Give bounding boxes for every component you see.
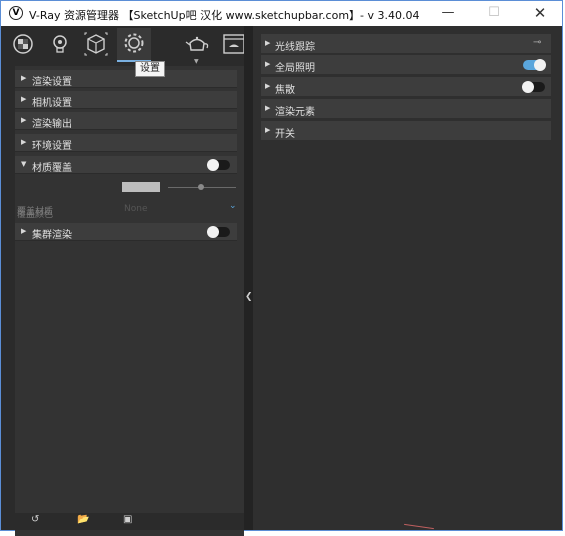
right-panel: ▶ 光线跟踪 ⊸ ▶ 全局照明 ▶ 焦散 ▶ 渲染元素 ▶ 开关 bbox=[253, 26, 562, 530]
minimize-button[interactable]: — bbox=[425, 1, 471, 26]
toggle-knob bbox=[207, 159, 219, 171]
caret-right-icon: ▶ bbox=[21, 116, 27, 124]
rollout-render-settings[interactable]: ▶ 渲染设置 bbox=[15, 70, 237, 88]
rollout-switches[interactable]: ▶ 开关 bbox=[261, 121, 551, 141]
rollout-global-illumination[interactable]: ▶ 全局照明 bbox=[261, 55, 551, 75]
caret-right-icon: ▶ bbox=[265, 39, 271, 47]
bottom-toolbar: ↺ 📂 ▣ bbox=[15, 513, 244, 530]
caret-right-icon: ▶ bbox=[21, 227, 27, 235]
caret-right-icon: ▶ bbox=[21, 138, 27, 146]
panel-splitter[interactable] bbox=[244, 26, 253, 530]
rollout-render-elements[interactable]: ▶ 渲染元素 bbox=[261, 99, 551, 119]
window-title: V-Ray 资源管理器 【SketchUp吧 汉化 www.sketchupba… bbox=[29, 9, 420, 22]
rollout-label: 开关 bbox=[275, 129, 295, 140]
rollout-label: 渲染设置 bbox=[32, 77, 72, 88]
caret-right-icon: ▶ bbox=[265, 82, 271, 90]
caret-right-icon: ▶ bbox=[265, 126, 271, 134]
asset-toolbar: ▼ 设置 bbox=[1, 26, 245, 77]
save-icon[interactable]: ▣ bbox=[123, 514, 132, 525]
toggle-knob bbox=[522, 81, 534, 93]
chevron-down-icon[interactable]: ⌄ bbox=[229, 201, 237, 211]
settings-tooltip: 设置 bbox=[135, 61, 165, 77]
collapse-left-icon[interactable]: ❮ bbox=[245, 292, 253, 302]
rollout-label: 环境设置 bbox=[32, 141, 72, 152]
rollout-swarm-render[interactable]: ▶ 集群渲染 bbox=[15, 223, 237, 241]
chevron-down-icon[interactable]: ▼ bbox=[194, 58, 199, 65]
rollout-label: 焦散 bbox=[275, 85, 295, 96]
left-panel: ▼ 设置 ▶ 渲染设置 ▶ 相机设置 ▶ 渲染输出 ▶ 环境设置 ▼ 材质覆盖 … bbox=[1, 26, 245, 536]
rollout-environment-settings[interactable]: ▶ 环境设置 bbox=[15, 134, 237, 152]
swarm-render-toggle[interactable] bbox=[207, 226, 230, 238]
rollout-label: 材质覆盖 bbox=[32, 163, 72, 174]
caret-right-icon: ▶ bbox=[21, 74, 27, 82]
vray-asset-editor-window: V V-Ray 资源管理器 【SketchUp吧 汉化 www.sketchup… bbox=[0, 0, 563, 536]
rollout-label: 光线跟踪 bbox=[275, 42, 315, 53]
toggle-knob bbox=[534, 59, 546, 71]
material-override-toggle[interactable] bbox=[207, 159, 230, 171]
global-illumination-toggle[interactable] bbox=[523, 59, 546, 71]
teapot-render-icon[interactable] bbox=[183, 30, 211, 58]
rollout-label: 集群渲染 bbox=[32, 230, 72, 241]
caustics-toggle[interactable] bbox=[522, 81, 545, 93]
vray-logo-icon: V bbox=[9, 6, 23, 20]
geometry-icon[interactable] bbox=[82, 30, 110, 58]
caret-right-icon: ▶ bbox=[265, 104, 271, 112]
slider-handle[interactable] bbox=[198, 184, 204, 190]
rollout-label: 相机设置 bbox=[32, 98, 72, 109]
caret-down-icon: ▼ bbox=[21, 160, 27, 168]
pin-icon[interactable]: ⊸ bbox=[533, 37, 541, 48]
caret-right-icon: ▶ bbox=[265, 60, 271, 68]
close-button[interactable]: ✕ bbox=[517, 1, 563, 26]
undo-icon[interactable]: ↺ bbox=[31, 514, 39, 525]
open-folder-icon[interactable]: 📂 bbox=[77, 514, 89, 525]
rollout-material-override[interactable]: ▼ 材质覆盖 bbox=[15, 156, 237, 174]
material-icon[interactable] bbox=[9, 30, 37, 58]
rollout-raytrace[interactable]: ▶ 光线跟踪 ⊸ bbox=[261, 34, 551, 54]
toggle-knob bbox=[207, 226, 219, 238]
title-bar[interactable]: V V-Ray 资源管理器 【SketchUp吧 汉化 www.sketchup… bbox=[1, 1, 562, 26]
light-icon[interactable] bbox=[46, 30, 74, 58]
rollout-caustics[interactable]: ▶ 焦散 bbox=[261, 77, 551, 97]
rollout-label: 全局照明 bbox=[275, 63, 315, 74]
rollout-render-output[interactable]: ▶ 渲染输出 bbox=[15, 112, 237, 130]
settings-icon[interactable] bbox=[117, 28, 151, 62]
caret-right-icon: ▶ bbox=[21, 95, 27, 103]
rollout-label: 渲染输出 bbox=[32, 119, 72, 130]
rollout-label: 渲染元素 bbox=[275, 107, 315, 118]
rollout-camera-settings[interactable]: ▶ 相机设置 bbox=[15, 91, 237, 109]
override-material-label: 覆盖材质 bbox=[17, 207, 54, 217]
maximize-button[interactable]: ☐ bbox=[471, 1, 517, 26]
override-material-select[interactable]: None bbox=[124, 204, 147, 214]
override-color-swatch[interactable] bbox=[122, 182, 160, 192]
